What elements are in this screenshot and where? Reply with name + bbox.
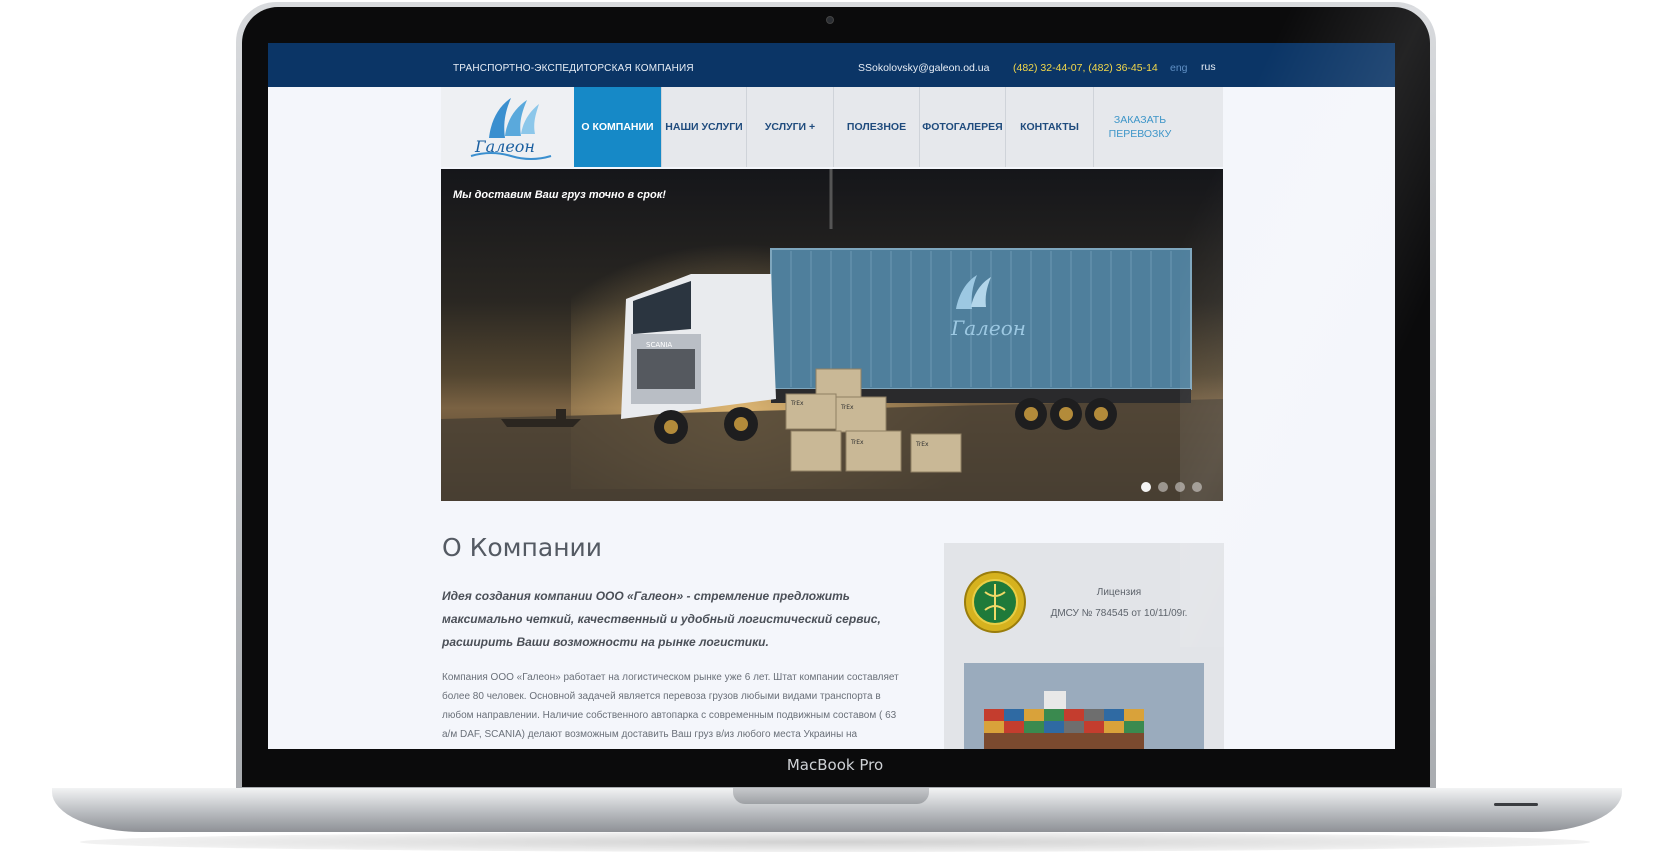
main-navigation: Галеон О КОМПАНИИ НАШИ УСЛУГИ УСЛУГИ + П…	[441, 87, 1223, 167]
contact-email-link[interactable]: SSokolovsky@galeon.od.ua	[858, 62, 990, 74]
camera-icon	[826, 16, 834, 24]
license-number: ДМСУ № 784545 от 10/11/09г.	[1050, 608, 1188, 619]
device-brand-label: MacBook Pro	[786, 756, 884, 774]
truck-brand-text: SCANIA	[646, 341, 672, 349]
banner-caption: Мы доставим Ваш груз точно в срок!	[453, 189, 666, 201]
nav-item-useful[interactable]: ПОЛЕЗНОЕ	[833, 87, 919, 167]
sailing-ship-logo-icon: Галеон	[470, 98, 552, 160]
customs-seal-icon	[964, 571, 1026, 633]
slider-dot-4[interactable]	[1192, 482, 1202, 492]
license-sidebar: Лицензия ДМСУ № 784545 от 10/11/09г.	[944, 543, 1224, 749]
company-tagline: ТРАНСПОРТНО-ЭКСПЕДИТОРСКАЯ КОМПАНИЯ	[453, 63, 694, 74]
slider-dot-2[interactable]	[1158, 482, 1168, 492]
contact-phone: (482) 32-44-07, (482) 36-45-14	[1013, 62, 1158, 74]
hero-banner: Галеон SCANIA TrEx TrEx TrEx TrEx Мы дос…	[441, 169, 1223, 501]
nav-item-about[interactable]: О КОМПАНИИ	[574, 87, 661, 167]
box-label-text: TrEx	[790, 400, 804, 407]
slider-dots	[1141, 482, 1202, 492]
nav-item-photo-gallery[interactable]: ФОТОГАЛЕРЕЯ	[919, 87, 1005, 167]
language-eng-link[interactable]: eng	[1170, 62, 1188, 74]
nav-item-our-services[interactable]: НАШИ УСЛУГИ	[661, 87, 746, 167]
body-paragraph: Компания ООО «Галеон» работает на логист…	[442, 672, 899, 740]
lead-paragraph: Идея создания компании ООО «Галеон» - ст…	[442, 589, 881, 649]
box-label-text: TrEx	[840, 404, 854, 411]
container-logo-text: Галеон	[950, 316, 1026, 340]
truck-illustration: Галеон SCANIA TrEx TrEx TrEx TrEx	[441, 169, 1223, 501]
language-rus-link[interactable]: rus	[1201, 61, 1216, 73]
container-ship-photo	[964, 663, 1204, 749]
site-logo[interactable]: Галеон	[441, 87, 574, 167]
box-label-text: TrEx	[915, 441, 929, 448]
box-label-text: TrEx	[850, 439, 864, 446]
slider-dot-1[interactable]	[1141, 482, 1151, 492]
laptop-opening-notch	[733, 788, 929, 804]
laptop-slot	[1494, 803, 1538, 806]
slider-dot-3[interactable]	[1175, 482, 1185, 492]
order-transport-button[interactable]: ЗАКАЗАТЬ ПЕРЕВОЗКУ	[1093, 87, 1186, 167]
container-ship-image	[964, 663, 1204, 749]
top-bar: ТРАНСПОРТНО-ЭКСПЕДИТОРСКАЯ КОМПАНИЯ SSok…	[268, 43, 1395, 87]
laptop-shadow	[80, 832, 1590, 852]
website-screen: ТРАНСПОРТНО-ЭКСПЕДИТОРСКАЯ КОМПАНИЯ SSok…	[268, 43, 1395, 749]
nav-item-services-plus[interactable]: УСЛУГИ +	[746, 87, 833, 167]
nav-item-contacts[interactable]: КОНТАКТЫ	[1005, 87, 1093, 167]
page-title: О Компании	[442, 533, 603, 562]
license-label: Лицензия	[1096, 587, 1142, 598]
